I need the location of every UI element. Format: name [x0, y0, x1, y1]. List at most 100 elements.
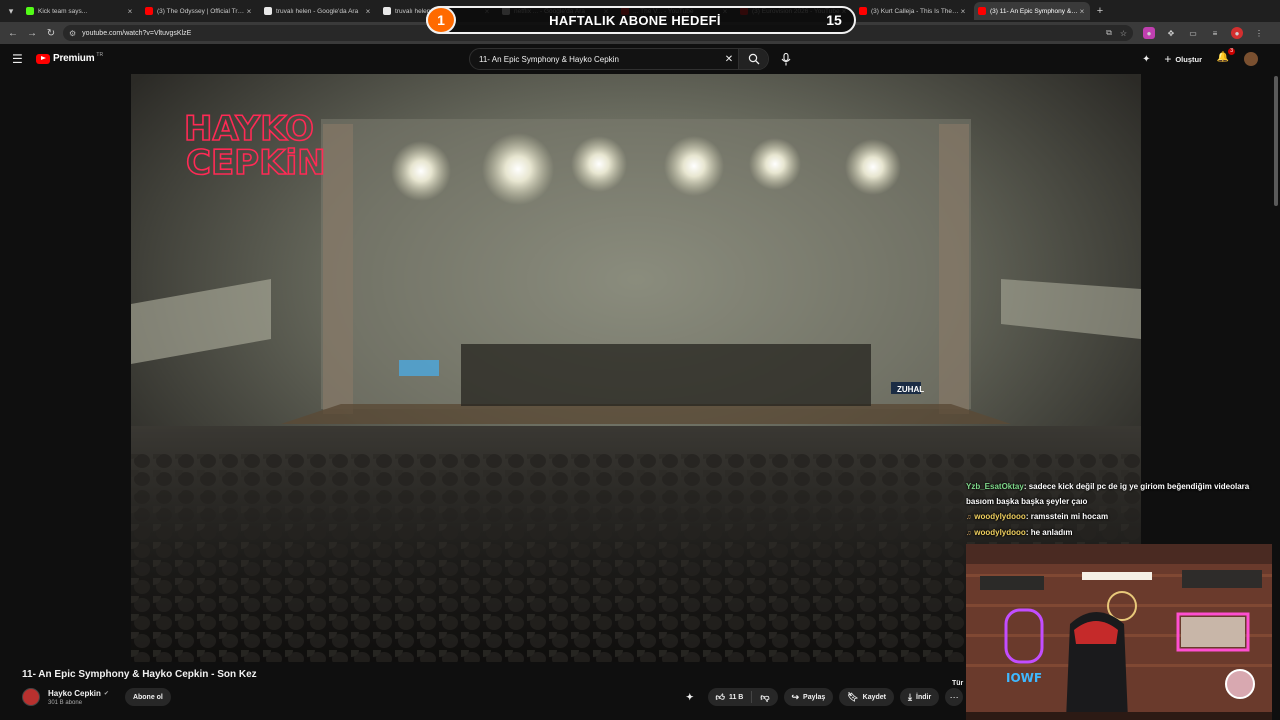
thumbs-up-icon: 👍︎	[715, 691, 725, 702]
tab-close-icon[interactable]: ×	[959, 7, 967, 16]
related-filter-chip[interactable]: Tür	[952, 680, 963, 687]
chat-message: ♫ woodylydooo: ramsstein mi hocam	[966, 509, 1266, 525]
scrollbar-thumb[interactable]	[1274, 76, 1278, 206]
chat-badge-icon: ♫	[966, 530, 972, 537]
reload-icon[interactable]: ↻	[44, 26, 58, 40]
tab-title: (3) The Odyssey | Official Trailer	[157, 7, 245, 15]
media-icon[interactable]: ≡	[1209, 27, 1221, 39]
more-actions-button[interactable]: ⋯	[945, 688, 964, 706]
tab-favicon-icon	[26, 7, 34, 15]
browser-tab[interactable]: (3) Kurt Calleja - This Is The Night×	[855, 2, 971, 20]
bookmark-icon: 🔖︎	[847, 691, 859, 702]
tab-title: Kick team says...	[38, 7, 88, 15]
like-count: 11 B	[728, 693, 744, 701]
tab-close-icon[interactable]: ×	[126, 7, 134, 16]
share-arrow-icon: ↪	[791, 691, 800, 702]
thumbs-down-icon: 👎︎	[760, 691, 770, 702]
page-scrollbar[interactable]	[1272, 74, 1280, 720]
sparkle-icon: ✦	[686, 691, 694, 702]
channel-avatar[interactable]	[22, 688, 40, 706]
create-button[interactable]: + Oluştur	[1164, 52, 1202, 66]
create-label: Oluştur	[1175, 54, 1202, 64]
tab-favicon-icon	[145, 7, 153, 15]
extension-icon[interactable]: ●	[1143, 27, 1155, 39]
browser-tab[interactable]: truvalı helen - Google'da Ara ×	[260, 2, 376, 20]
extensions-puzzle-icon[interactable]: ✥	[1165, 27, 1177, 39]
download-button[interactable]: ⤓ İndir	[900, 688, 940, 706]
tab-favicon-icon	[859, 7, 867, 15]
bookmark-star-icon[interactable]: ☆	[1120, 29, 1127, 38]
tab-title: truvalı helen - Google'da Ara	[276, 7, 359, 15]
logo-country-code: TR	[96, 51, 104, 58]
browser-tab[interactable]: (3) 11- An Epic Symphony & H... ×	[974, 2, 1090, 20]
cast-to-tv-icon[interactable]: ✦	[1138, 54, 1154, 65]
plus-icon: +	[1164, 52, 1172, 66]
search-button[interactable]	[738, 49, 768, 69]
chat-username[interactable]: woodylydooo	[974, 512, 1026, 521]
microphone-icon	[781, 52, 791, 65]
subscribe-button[interactable]: Abone ol	[124, 688, 171, 706]
profile-icon[interactable]: ●	[1231, 27, 1243, 39]
save-label: Kaydet	[862, 693, 887, 701]
neon-logo-line2: CEPKiN	[186, 143, 326, 183]
webcam-neon-sign: IOWF	[1006, 671, 1042, 685]
browser-tab[interactable]: (3) The Odyssey | Official Trailer ×	[141, 2, 257, 20]
tab-favicon-icon	[264, 7, 272, 15]
tab-close-icon[interactable]: ×	[1078, 7, 1086, 16]
back-icon[interactable]: ←	[6, 26, 20, 40]
tab-title: (3) Kurt Calleja - This Is The Night	[871, 7, 959, 15]
masthead-actions: ✦ + Oluştur 🔔 3	[1138, 48, 1258, 68]
channel-owner-row: Hayko Cepkin ✔ 301 B abone Abone ol	[22, 686, 171, 708]
share-label: Paylaş	[803, 693, 826, 701]
site-info-icon[interactable]: ⚙	[69, 29, 76, 38]
streamer-room-scene: IOWF	[966, 544, 1280, 720]
chat-text: : he anladım	[1025, 528, 1073, 537]
youtube-play-logo-icon	[36, 53, 50, 64]
video-title: 11- An Epic Symphony & Hayko Cepkin - So…	[22, 669, 257, 680]
search-input[interactable]: 11- An Epic Symphony & Hayko Cepkin	[470, 55, 720, 64]
forward-icon[interactable]: →	[25, 26, 39, 40]
clear-search-icon[interactable]: ✕	[720, 54, 738, 65]
chat-message: Yzb_EsatOktay: sadece kick değil pc de i…	[966, 479, 1266, 509]
youtube-masthead: ☰ Premium TR 11- An Epic Symphony & Hayk…	[0, 44, 1280, 74]
goal-target-count: 15	[826, 12, 842, 28]
dislike-button[interactable]: 👎︎	[752, 692, 777, 703]
share-button[interactable]: ↪ Paylaş	[783, 688, 834, 706]
cast-icon[interactable]: ▭	[1187, 27, 1199, 39]
hamburger-menu-icon[interactable]: ☰	[12, 53, 24, 65]
stream-chat-overlay: Yzb_EsatOktay: sadece kick değil pc de i…	[966, 479, 1266, 541]
chat-text: : ramsstein mi hocam	[1025, 512, 1109, 521]
bell-icon: 🔔	[1216, 52, 1230, 63]
ask-ai-button[interactable]: ✦	[682, 688, 702, 706]
voice-search-button[interactable]	[778, 51, 794, 67]
chat-username[interactable]: Yzb_EsatOktay	[966, 482, 1024, 491]
browser-menu-icon[interactable]: ⋮	[1253, 27, 1265, 39]
logo-brand-text: Premium	[53, 53, 95, 64]
like-button[interactable]: 👍︎ 11 B	[708, 691, 753, 703]
download-icon: ⤓	[908, 691, 912, 702]
verified-icon: ✔	[103, 690, 109, 697]
chat-message: ♫ woodylydooo: he anladım	[966, 525, 1266, 541]
browser-tab[interactable]: Kick team says... ×	[22, 2, 138, 20]
tab-search-icon[interactable]: ▾	[4, 4, 18, 18]
account-avatar[interactable]	[1244, 52, 1258, 66]
chat-username[interactable]: woodylydooo	[974, 528, 1026, 537]
subscriber-count: 301 B abone	[48, 699, 83, 706]
webcam-overlay: IOWF	[966, 544, 1280, 720]
channel-info: Hayko Cepkin ✔ 301 B abone	[48, 689, 109, 706]
save-button[interactable]: 🔖︎ Kaydet	[839, 688, 895, 706]
video-actions: ✦ 👍︎ 11 B 👎︎ ↪ Paylaş 🔖︎ Kaydet ⤓ İndir …	[682, 688, 964, 706]
tab-close-icon[interactable]: ×	[364, 7, 372, 16]
chat-badge-icon: ♫	[966, 514, 972, 521]
channel-name[interactable]: Hayko Cepkin	[48, 689, 101, 698]
subscriber-goal-bar: 1 HAFTALIK ABONE HEDEFİ 15	[426, 6, 856, 34]
notifications-button[interactable]: 🔔 3	[1216, 48, 1235, 66]
channel-name-row: Hayko Cepkin ✔	[48, 689, 109, 698]
search-box: 11- An Epic Symphony & Hayko Cepkin ✕	[469, 48, 769, 70]
download-label: İndir	[916, 693, 932, 701]
tab-close-icon[interactable]: ×	[245, 7, 253, 16]
sponsor-sign-text: ZUHAL	[897, 385, 924, 394]
new-tab-icon[interactable]: +	[1093, 4, 1107, 18]
install-app-icon[interactable]: ⧉	[1106, 28, 1112, 38]
youtube-premium-logo[interactable]: Premium TR	[36, 51, 104, 64]
